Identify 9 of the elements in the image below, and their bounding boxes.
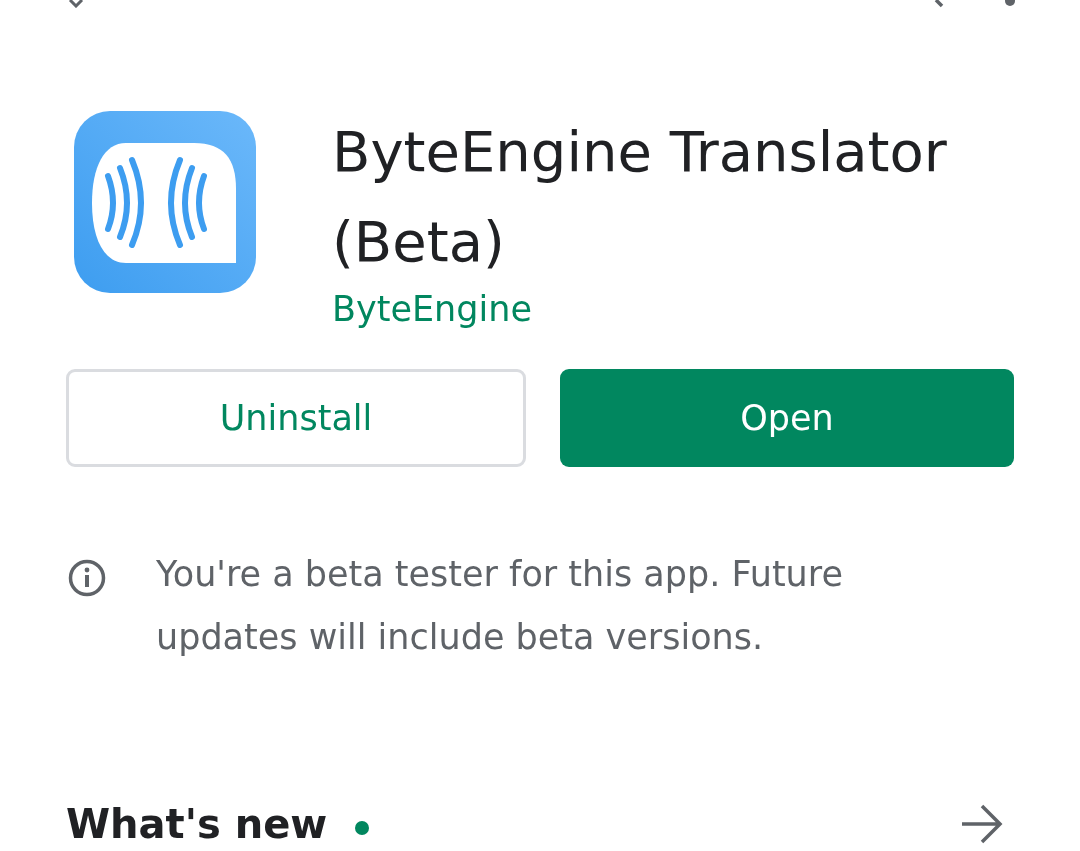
beta-notice: You're a beta tester for this app. Future updates will include beta versions. bbox=[156, 553, 844, 659]
app-icon bbox=[74, 111, 256, 293]
open-button[interactable]: Open bbox=[560, 369, 1014, 467]
developer-link[interactable]: ByteEngine bbox=[332, 289, 532, 329]
info-icon bbox=[68, 559, 106, 597]
uninstall-button[interactable]: Uninstall bbox=[66, 369, 526, 467]
arrow-right-icon[interactable] bbox=[960, 804, 1004, 844]
app-title: ByteEngine Translator (Beta) bbox=[332, 118, 948, 276]
section-title: What's new bbox=[66, 801, 328, 847]
